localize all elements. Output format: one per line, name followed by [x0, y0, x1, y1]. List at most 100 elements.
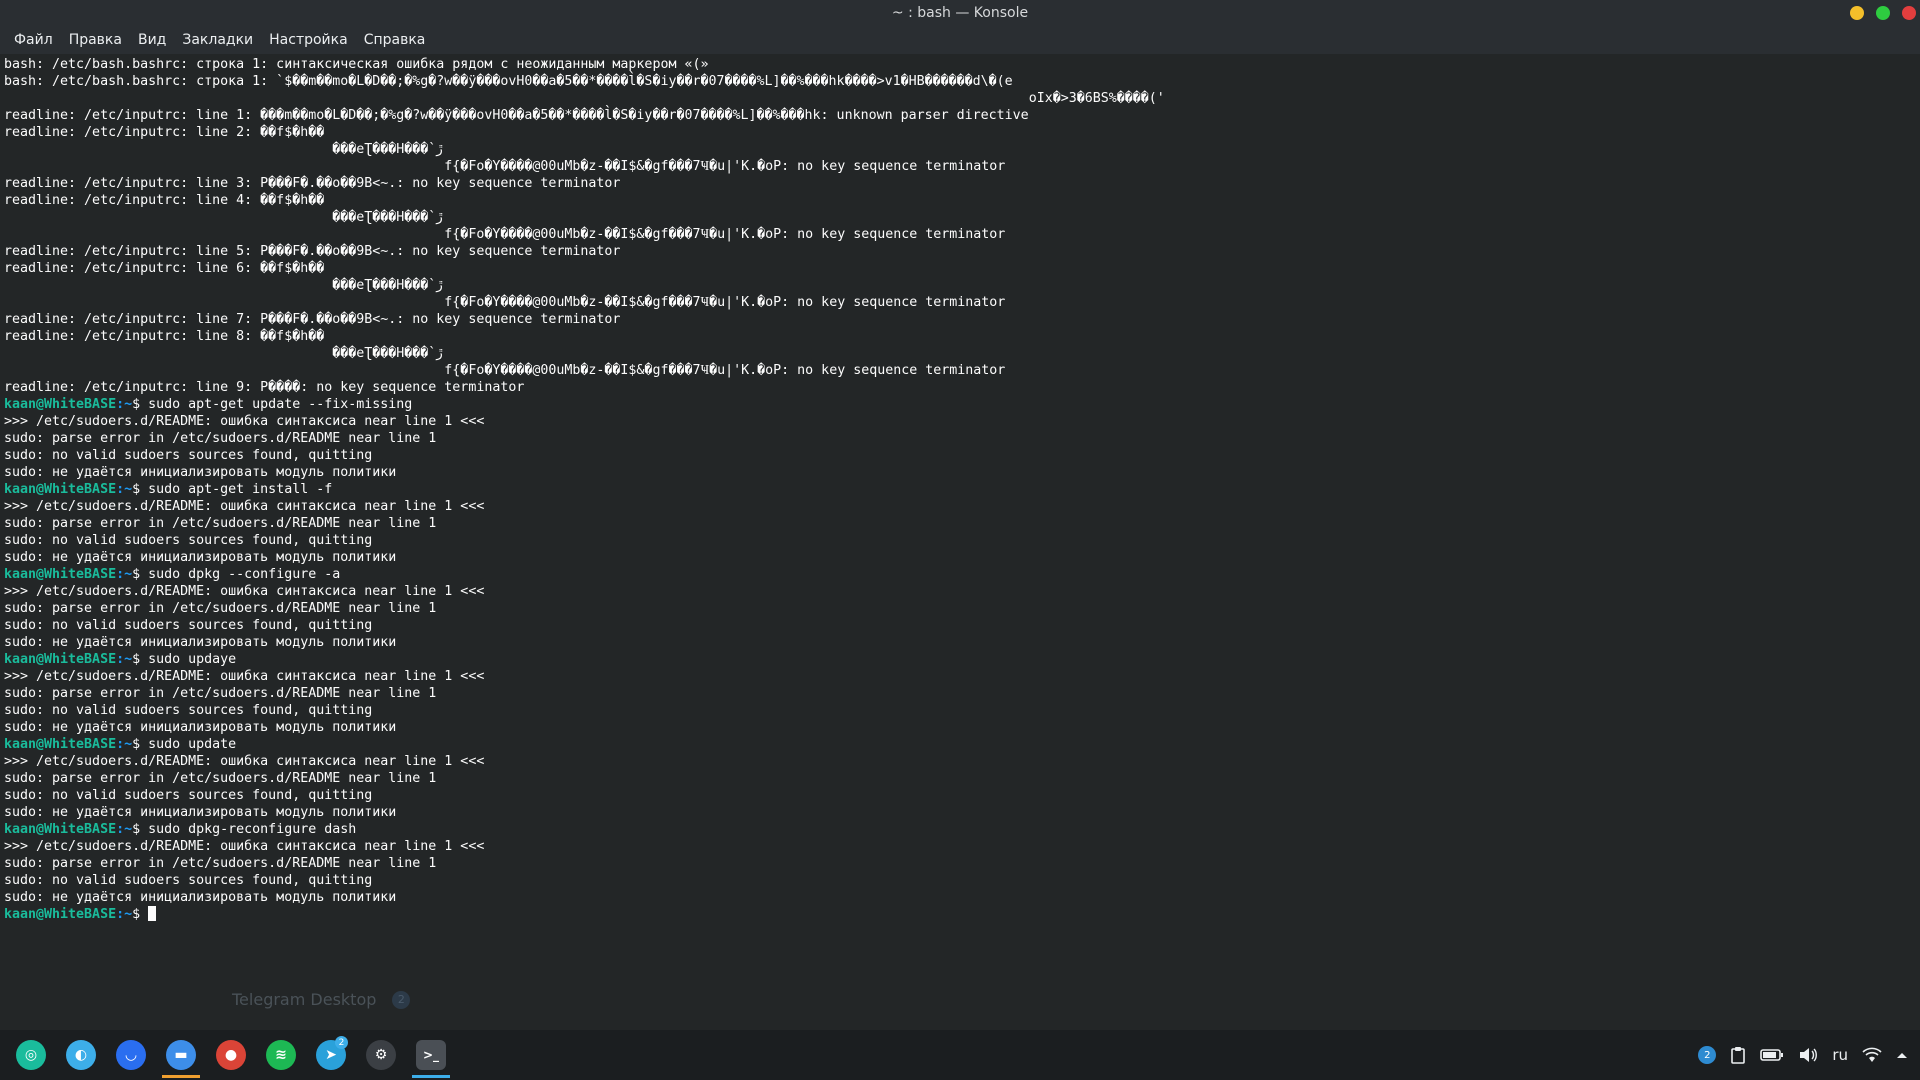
taskbar-app-plasma-browser[interactable]: ◡ — [106, 1030, 156, 1080]
terminal-output-line: >>> /etc/sudoers.d/README: ошибка синтак… — [4, 584, 485, 599]
terminal-output-line: readline: /etc/inputrc: line 1: ���m��mo… — [4, 108, 1029, 123]
prompt-path: :~ — [116, 907, 133, 922]
terminal-cursor — [148, 906, 157, 921]
terminal-output-line: sudo: no valid sudoers sources found, qu… — [4, 448, 373, 463]
terminal-output-line: sudo: parse error in /etc/sudoers.d/READ… — [4, 856, 437, 871]
konsole-icon: >_ — [416, 1040, 446, 1070]
terminal-output-line: sudo: no valid sudoers sources found, qu… — [4, 788, 373, 803]
terminal-output-line: f{�Fo�Y����@00uMb�z-��I$&�gf���7Ҹ�u|'K.�… — [4, 295, 1006, 310]
terminal-output-line: oIx�>3�6BS%����(' — [4, 91, 1165, 106]
terminal-output-line: >>> /etc/sudoers.d/README: ошибка синтак… — [4, 669, 485, 684]
terminal-output-line: sudo: parse error in /etc/sudoers.d/READ… — [4, 431, 437, 446]
clipboard-icon[interactable] — [1730, 1046, 1746, 1064]
terminal-output-line: readline: /etc/inputrc: line 8: ��f$�h�� — [4, 329, 325, 344]
taskbar: ◎ ◐ ◡ ▬ ● ≋ ➤ 2 ⚙ >_ 2 ru — [0, 1030, 1920, 1080]
menu-settings[interactable]: Настройка — [261, 26, 356, 54]
taskbar-app-telegram[interactable]: ➤ 2 — [306, 1030, 356, 1080]
prompt-path: :~ — [116, 652, 133, 667]
menu-bar: Файл Правка Вид Закладки Настройка Справ… — [0, 26, 1920, 54]
terminal-output-line: sudo: no valid sudoers sources found, qu… — [4, 533, 373, 548]
app-badge: 2 — [335, 1036, 348, 1049]
taskbar-app-discover[interactable]: ◐ — [56, 1030, 106, 1080]
menu-edit[interactable]: Правка — [61, 26, 130, 54]
keyboard-layout-indicator[interactable]: ru — [1832, 1046, 1848, 1064]
terminal-prompt-line: kaan@WhiteBASE:~$ sudo update — [4, 736, 1920, 753]
terminal-output-line: sudo: parse error in /etc/sudoers.d/READ… — [4, 686, 437, 701]
taskbar-app-konsole[interactable]: >_ — [406, 1030, 456, 1080]
prompt-user-host: kaan@WhiteBASE — [4, 737, 117, 752]
app-launcher-icon: ◎ — [16, 1040, 46, 1070]
battery-icon[interactable] — [1760, 1048, 1784, 1062]
terminal-output-line: sudo: не удаётся инициализировать модуль… — [4, 635, 397, 650]
terminal-output-line: sudo: не удаётся инициализировать модуль… — [4, 465, 397, 480]
terminal-prompt-line: kaan@WhiteBASE:~$ sudo apt-get install -… — [4, 481, 1920, 498]
terminal-output-line: sudo: не удаётся инициализировать модуль… — [4, 720, 397, 735]
menu-help[interactable]: Справка — [356, 26, 434, 54]
terminal-output-line: >>> /etc/sudoers.d/README: ошибка синтак… — [4, 839, 485, 854]
terminal-output-line: >>> /etc/sudoers.d/README: ошибка синтак… — [4, 414, 485, 429]
vpn-badge: 2 — [1698, 1046, 1717, 1064]
terminal-output-line: bash: /etc/bash.bashrc: строка 1: синтак… — [4, 57, 709, 72]
terminal-prompt-line: kaan@WhiteBASE:~$ sudo dpkg-reconfigure … — [4, 821, 1920, 838]
terminal-prompt-line: kaan@WhiteBASE:~$ — [4, 906, 1920, 923]
tray-expand-arrow-icon[interactable] — [1896, 1051, 1908, 1059]
minimize-button[interactable] — [1850, 6, 1864, 20]
terminal-output-line: sudo: не удаётся инициализировать модуль… — [4, 550, 397, 565]
command-text: $ sudo apt-get install -f — [132, 482, 333, 497]
menu-view[interactable]: Вид — [130, 26, 174, 54]
terminal-output-line: readline: /etc/inputrc: line 7: P���F�.�… — [4, 312, 621, 327]
terminal-output-line: sudo: no valid sudoers sources found, qu… — [4, 873, 373, 888]
taskbar-app-app-launcher[interactable]: ◎ — [6, 1030, 56, 1080]
terminal-output-line: ���eƮ���H���`ڙ — [4, 346, 443, 361]
window-titlebar[interactable]: ~ : bash — Konsole — [0, 0, 1920, 26]
terminal-output-line: sudo: parse error in /etc/sudoers.d/READ… — [4, 601, 437, 616]
terminal-output-line: readline: /etc/inputrc: line 4: ��f$�h�� — [4, 193, 325, 208]
taskbar-app-spotify[interactable]: ≋ — [256, 1030, 306, 1080]
terminal-output-line: bash: /etc/bash.bashrc: строка 1: `$��m�… — [4, 74, 1013, 89]
notification-popup[interactable]: Telegram Desktop 2 — [232, 990, 411, 1009]
terminal-output-line: sudo: no valid sudoers sources found, qu… — [4, 703, 373, 718]
terminal-prompt-line: kaan@WhiteBASE:~$ sudo dpkg --configure … — [4, 566, 1920, 583]
terminal-output-line: readline: /etc/inputrc: line 9: P����: n… — [4, 380, 525, 395]
terminal-output-line: readline: /etc/inputrc: line 2: ��f$�h�� — [4, 125, 325, 140]
prompt-user-host: kaan@WhiteBASE — [4, 652, 117, 667]
volume-icon[interactable] — [1798, 1047, 1818, 1063]
menu-bookmarks[interactable]: Закладки — [174, 26, 261, 54]
terminal-output-line: f{�Fo�Y����@00uMb�z-��I$&�gf���7Ҹ�u|'K.�… — [4, 363, 1006, 378]
prompt-user-host: kaan@WhiteBASE — [4, 482, 117, 497]
terminal-output-line: ���eƮ���H���`ڙ — [4, 210, 443, 225]
prompt-user-host: kaan@WhiteBASE — [4, 907, 117, 922]
prompt-path: :~ — [116, 397, 133, 412]
notification-count-badge: 2 — [392, 990, 411, 1009]
vpn-icon[interactable]: 2 — [1698, 1046, 1717, 1064]
terminal-output-line: f{�Fo�Y����@00uMb�z-��I$&�gf���7Ҹ�u|'K.�… — [4, 159, 1006, 174]
terminal-output-line: sudo: не удаётся инициализировать модуль… — [4, 805, 397, 820]
terminal-output-line: sudo: no valid sudoers sources found, qu… — [4, 618, 373, 633]
steam-icon: ⚙ — [366, 1040, 396, 1070]
prompt-user-host: kaan@WhiteBASE — [4, 397, 117, 412]
menu-file[interactable]: Файл — [6, 26, 61, 54]
terminal-prompt-line: kaan@WhiteBASE:~$ sudo apt-get update --… — [4, 396, 1920, 413]
terminal-output-line: sudo: parse error in /etc/sudoers.d/READ… — [4, 516, 437, 531]
command-text: $ sudo apt-get update --fix-missing — [132, 397, 413, 412]
close-button[interactable] — [1902, 6, 1916, 20]
taskbar-app-steam[interactable]: ⚙ — [356, 1030, 406, 1080]
wifi-icon[interactable] — [1862, 1047, 1882, 1063]
prompt-path: :~ — [116, 737, 133, 752]
taskbar-app-chrome[interactable]: ● — [206, 1030, 256, 1080]
taskbar-apps: ◎ ◐ ◡ ▬ ● ≋ ➤ 2 ⚙ >_ — [0, 1030, 456, 1080]
command-text: $ — [132, 907, 149, 922]
terminal-output-line: sudo: parse error in /etc/sudoers.d/READ… — [4, 771, 437, 786]
command-text: $ sudo dpkg-reconfigure dash — [132, 822, 357, 837]
terminal-output-line: f{�Fo�Y����@00uMb�z-��I$&�gf���7Ҹ�u|'K.�… — [4, 227, 1006, 242]
terminal-output-line: >>> /etc/sudoers.d/README: ошибка синтак… — [4, 499, 485, 514]
terminal-prompt-line: kaan@WhiteBASE:~$ sudo updaye — [4, 651, 1920, 668]
prompt-path: :~ — [116, 482, 133, 497]
command-text: $ sudo dpkg --configure -a — [132, 567, 341, 582]
maximize-button[interactable] — [1876, 6, 1890, 20]
terminal-output-line: readline: /etc/inputrc: line 3: P���F�.�… — [4, 176, 621, 191]
terminal-output[interactable]: bash: /etc/bash.bashrc: строка 1: синтак… — [0, 54, 1920, 1030]
terminal-output-line: ���eƮ���H���`ڙ — [4, 278, 443, 293]
file-manager-icon: ▬ — [166, 1040, 196, 1070]
taskbar-app-file-manager[interactable]: ▬ — [156, 1030, 206, 1080]
